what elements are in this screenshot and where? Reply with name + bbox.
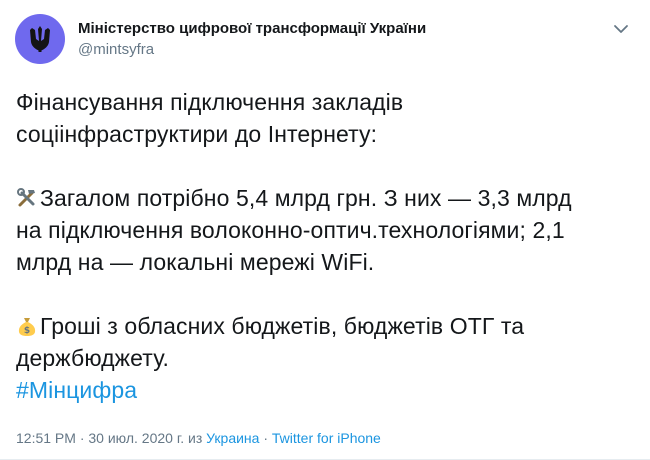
tweet-line: на підключення волоконно-оптич.технологі… [16,217,565,243]
svg-text:$: $ [24,326,30,336]
location-link[interactable]: Украина [206,430,259,446]
tweet-card: Міністерство цифрової трансформації Укра… [0,0,650,460]
hashtag-link[interactable]: #Мінцифра [16,377,137,403]
tweet-line: Фінансування підключення закладів [16,89,404,115]
avatar[interactable] [15,14,65,64]
meta-separator: · [259,430,272,446]
source-link[interactable]: Twitter for iPhone [272,430,381,446]
tweet-line: Загалом потрібно 5,4 млрд грн. З них — 3… [16,182,636,214]
tweet-text: Фінансування підключення закладів соціін… [16,86,636,406]
user-handle[interactable]: @mintsyfra [78,40,426,60]
tweet-line-text: Загалом потрібно 5,4 млрд грн. З них — 3… [40,185,572,211]
money-bag-icon: $ [18,318,36,336]
hammer-and-wrench-icon [17,188,35,207]
timestamp[interactable]: 12:51 PM · 30 июл. 2020 г. из [16,430,206,446]
tweet-line-text: Гроші з обласних бюджетів, бюджетів ОТГ … [40,313,525,339]
trident-icon [30,26,50,52]
chevron-down-icon[interactable] [612,20,630,38]
tweet-line: $ Гроші з обласних бюджетів, бюджетів ОТ… [16,310,636,342]
tweet-line: соціінфраструктири до Інтернету: [16,121,378,147]
tweet-line: держбюджету. [16,345,169,371]
tweet-meta: 12:51 PM · 30 июл. 2020 г. из Украина · … [16,430,381,446]
display-name[interactable]: Міністерство цифрової трансформації Укра… [78,19,426,39]
user-block: Міністерство цифрової трансформації Укра… [78,19,426,60]
tweet-line: млрд на — локальні мережі WiFi. [16,249,375,275]
tweet-line: #Мінцифра [16,374,636,406]
